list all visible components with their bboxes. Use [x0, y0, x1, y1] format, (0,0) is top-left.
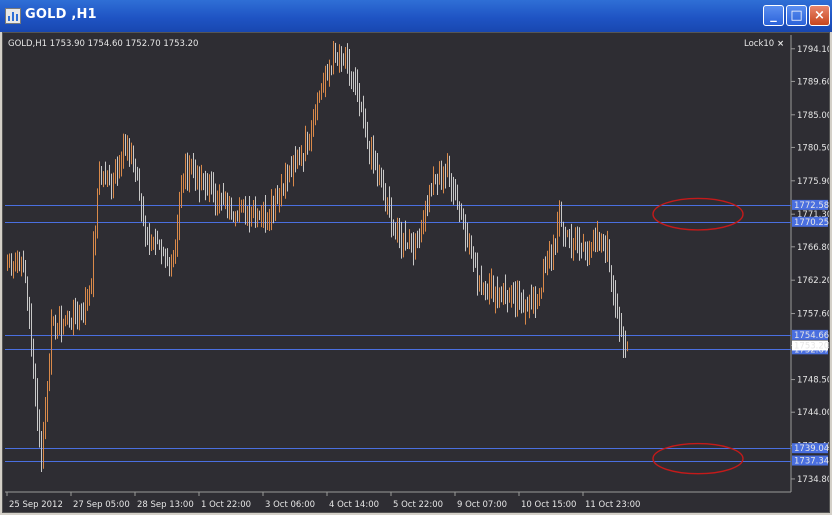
price-chart[interactable]: 1794.101789.601785.001780.501775.901771.… [3, 33, 829, 512]
price-tick-label: 1775.90 [797, 177, 829, 187]
time-tick-label: 3 Oct 06:00 [265, 500, 315, 510]
chart-app-icon [5, 8, 21, 24]
time-tick-label: 10 Oct 15:00 [521, 500, 576, 510]
price-tick-label: 1762.20 [797, 276, 829, 286]
price-level-value: 1772.58 [794, 201, 829, 211]
time-tick-label: 5 Oct 22:00 [393, 500, 443, 510]
price-tick-label: 1780.50 [797, 143, 829, 153]
price-tick-label: 1748.50 [797, 376, 829, 386]
time-tick-label: 27 Sep 05:00 [73, 500, 130, 510]
price-level-value: 1737.34 [794, 457, 829, 467]
minimize-button[interactable]: _ [763, 5, 784, 26]
price-tick-label: 1789.60 [797, 77, 829, 87]
price-tick-label: 1757.60 [797, 310, 829, 320]
time-tick-label: 25 Sep 2012 [9, 500, 63, 510]
highlight-ellipses [652, 197, 744, 475]
terminal-window: GOLD ,H1 _ □ × 1794.10 1789.60 1785.00 1780… [0, 0, 832, 515]
chart-area[interactable]: 1794.10 1789.60 1785.00 1780.50 1775.90 1771.… [2, 32, 830, 513]
current-price-value: 1753.20 [794, 341, 829, 351]
time-tick-label: 11 Oct 23:00 [585, 500, 640, 510]
highlight-ellipse [652, 197, 744, 231]
price-level-labels: 1772.581770.251754.661752.671739.041737.… [792, 199, 829, 467]
price-level-value: 1770.25 [794, 218, 829, 228]
ohlc-bars [7, 41, 628, 473]
price-level-value: 1739.04 [794, 444, 829, 454]
close-button[interactable]: × [809, 5, 830, 26]
price-tick-label: 1794.10 [797, 45, 829, 55]
price-level-value: 1754.66 [794, 331, 829, 341]
price-scale: 1794.101789.601785.001780.501775.901771.… [791, 45, 829, 485]
price-tick-label: 1734.80 [797, 475, 829, 485]
time-scale: 25 Sep 2012 27 Sep 05:00 28 Sep 13:00 1 Oct… [6, 492, 640, 510]
price-tick-label: 1766.80 [797, 243, 829, 253]
horizontal-levels [5, 205, 791, 462]
window-title: GOLD ,H1 [25, 7, 97, 22]
title-bar[interactable]: GOLD ,H1 _ □ × [0, 0, 832, 32]
lock-close-icon[interactable]: × [777, 39, 784, 49]
time-tick-label: 1 Oct 22:00 [201, 500, 251, 510]
time-tick-label: 9 Oct 07:00 [457, 500, 507, 510]
time-tick-label: 4 Oct 14:00 [329, 500, 379, 510]
maximize-button[interactable]: □ [786, 5, 807, 26]
time-tick-label: 28 Sep 13:00 [137, 500, 194, 510]
price-tick-label: 1744.00 [797, 408, 829, 418]
price-tick-label: 1785.00 [797, 111, 829, 121]
lock-label: Lock10 [744, 39, 774, 49]
chart-info-label: GOLD,H1 1753.90 1754.60 1752.70 1753.20 [8, 39, 198, 49]
